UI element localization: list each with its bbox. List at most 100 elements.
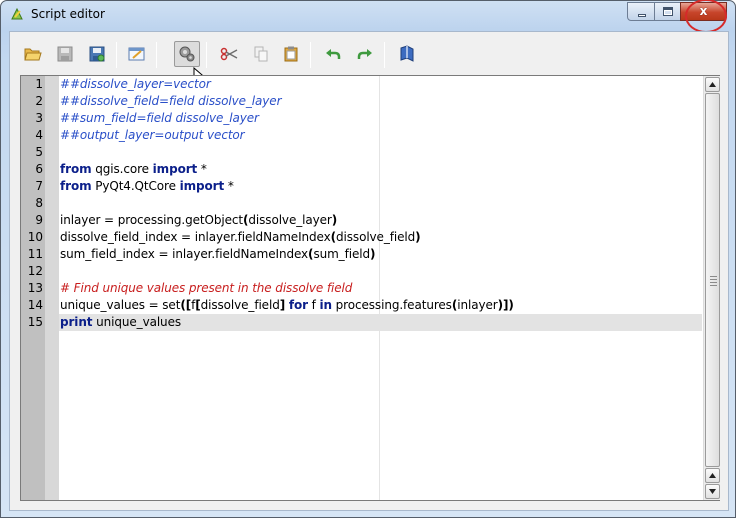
line-number: 4 [35, 128, 43, 142]
maximize-button[interactable] [654, 2, 681, 21]
down-arrow-icon [709, 489, 716, 494]
up-arrow-icon [709, 82, 716, 87]
code-text[interactable]: print unique_values [59, 314, 702, 331]
folder-open-icon [24, 48, 42, 61]
code-line[interactable]: 7 from PyQt4.QtCore import * [21, 178, 702, 195]
titlebar[interactable]: Script editor x [1, 0, 735, 33]
code-text[interactable]: inlayer = processing.getObject(dissolve_… [59, 212, 702, 229]
code-token: from [60, 179, 92, 193]
code-token: inlayer = processing.getObject [60, 213, 244, 227]
code-token: dissolve_field [200, 298, 280, 312]
save-script-button[interactable] [54, 43, 76, 65]
edit-script-help-button[interactable] [126, 43, 148, 65]
qgis-app-icon [11, 7, 23, 20]
code-text[interactable]: from PyQt4.QtCore import * [59, 178, 702, 195]
code-token: # Find unique values present in the diss… [60, 281, 353, 295]
edit-help-icon [128, 47, 145, 61]
cut-button[interactable] [218, 43, 240, 65]
code-token: from [60, 162, 92, 176]
code-line[interactable]: 5 [21, 144, 702, 161]
scroll-down-button[interactable] [705, 484, 720, 499]
toolbar-separator [206, 42, 207, 68]
line-number: 6 [35, 162, 43, 176]
redo-button[interactable] [354, 43, 376, 65]
code-token: sum_field [313, 247, 370, 261]
line-number: 5 [35, 145, 43, 159]
code-token: * [197, 162, 207, 176]
code-line[interactable]: 10 dissolve_field_index = inlayer.fieldNa… [21, 229, 702, 246]
code-token: dissolve_layer [248, 213, 332, 227]
maximize-icon [663, 7, 673, 16]
clipboard-paste-icon [284, 46, 298, 62]
line-number: 13 [27, 281, 43, 295]
copy-button[interactable] [250, 43, 272, 65]
code-token: sum_field_index = inlayer.fieldNameIndex [60, 247, 309, 261]
code-text[interactable]: ##dissolve_field=field dissolve_layer [59, 93, 702, 110]
editor-client-area: 1 ##dissolve_layer=vector 2 ##dissolve_fiel… [9, 31, 729, 511]
code-line[interactable]: 12 [21, 263, 702, 280]
up-arrow-icon [709, 473, 716, 478]
code-token: )]) [497, 298, 514, 312]
toolbar [18, 40, 418, 86]
code-text[interactable]: sum_field_index = inlayer.fieldNameIndex… [59, 246, 702, 263]
window-title: Script editor [31, 7, 105, 21]
code-text[interactable] [59, 144, 702, 161]
code-token: unique_values = set [60, 298, 181, 312]
code-text[interactable] [59, 263, 702, 280]
code-token: dissolve_field_index = inlayer.fieldName… [60, 230, 331, 244]
code-text[interactable]: from qgis.core import * [59, 161, 702, 178]
toolbar-separator [156, 42, 157, 68]
code-line[interactable]: 1 ##dissolve_layer=vector [21, 76, 702, 93]
snippets-button[interactable] [396, 43, 418, 65]
code-line[interactable]: 14 unique_values = set([f[dissolve_field]… [21, 297, 702, 314]
scroll-up-button-lower[interactable] [705, 468, 720, 483]
open-script-button[interactable] [22, 43, 44, 65]
minimize-button[interactable] [627, 2, 655, 21]
floppy-save-as-icon [89, 46, 105, 62]
code-text[interactable] [59, 195, 702, 212]
code-token: print [60, 315, 93, 329]
code-text[interactable]: dissolve_field_index = inlayer.fieldName… [59, 229, 702, 246]
code-token: in [319, 298, 332, 312]
code-token: ##dissolve_layer=vector [60, 77, 211, 91]
minimize-icon [638, 14, 646, 17]
line-number: 12 [27, 264, 43, 278]
save-as-script-button[interactable] [86, 43, 108, 65]
book-icon [400, 45, 414, 62]
code-line[interactable]: 2 ##dissolve_field=field dissolve_layer [21, 93, 702, 110]
run-script-button[interactable] [174, 41, 200, 67]
scroll-thumb[interactable] [705, 93, 720, 467]
code-line[interactable]: 9 inlayer = processing.getObject(dissolve… [21, 212, 702, 229]
paste-button[interactable] [280, 43, 302, 65]
code-editor[interactable]: 1 ##dissolve_layer=vector 2 ##dissolve_fiel… [20, 75, 720, 501]
code-token: PyQt4.QtCore [91, 179, 180, 193]
code-line[interactable]: 15 print unique_values [21, 314, 702, 331]
code-text[interactable]: ##output_layer=output vector [59, 127, 702, 144]
code-token: inlayer [457, 298, 498, 312]
code-lines: 1 ##dissolve_layer=vector 2 ##dissolve_fiel… [21, 76, 702, 331]
code-line[interactable]: 8 [21, 195, 702, 212]
scroll-up-button[interactable] [705, 77, 720, 92]
code-token: dissolve_field [336, 230, 416, 244]
vertical-scrollbar[interactable] [703, 76, 720, 500]
code-line[interactable]: 6 from qgis.core import * [21, 161, 702, 178]
code-token: ##output_layer=output vector [60, 128, 245, 142]
code-line[interactable]: 4 ##output_layer=output vector [21, 127, 702, 144]
code-line[interactable]: 3 ##sum_field=field dissolve_layer [21, 110, 702, 127]
undo-button[interactable] [322, 43, 344, 65]
code-line[interactable]: 11 sum_field_index = inlayer.fieldNameInd… [21, 246, 702, 263]
line-number: 15 [27, 315, 43, 329]
code-text[interactable]: ##dissolve_layer=vector [59, 76, 702, 93]
code-line[interactable]: 13 # Find unique values present in the di… [21, 280, 702, 297]
code-text[interactable]: ##sum_field=field dissolve_layer [59, 110, 702, 127]
code-token: ([ [180, 298, 192, 312]
gears-run-icon [179, 46, 195, 62]
code-token: processing.features [331, 298, 452, 312]
redo-arrow-icon [357, 49, 372, 59]
code-text[interactable]: unique_values = set([f[dissolve_field] f… [59, 297, 702, 314]
code-text[interactable]: # Find unique values present in the diss… [59, 280, 702, 297]
code-token: import [152, 162, 198, 176]
code-token: unique_values [92, 315, 182, 329]
toolbar-separator [310, 42, 311, 68]
code-token: for [288, 298, 308, 312]
